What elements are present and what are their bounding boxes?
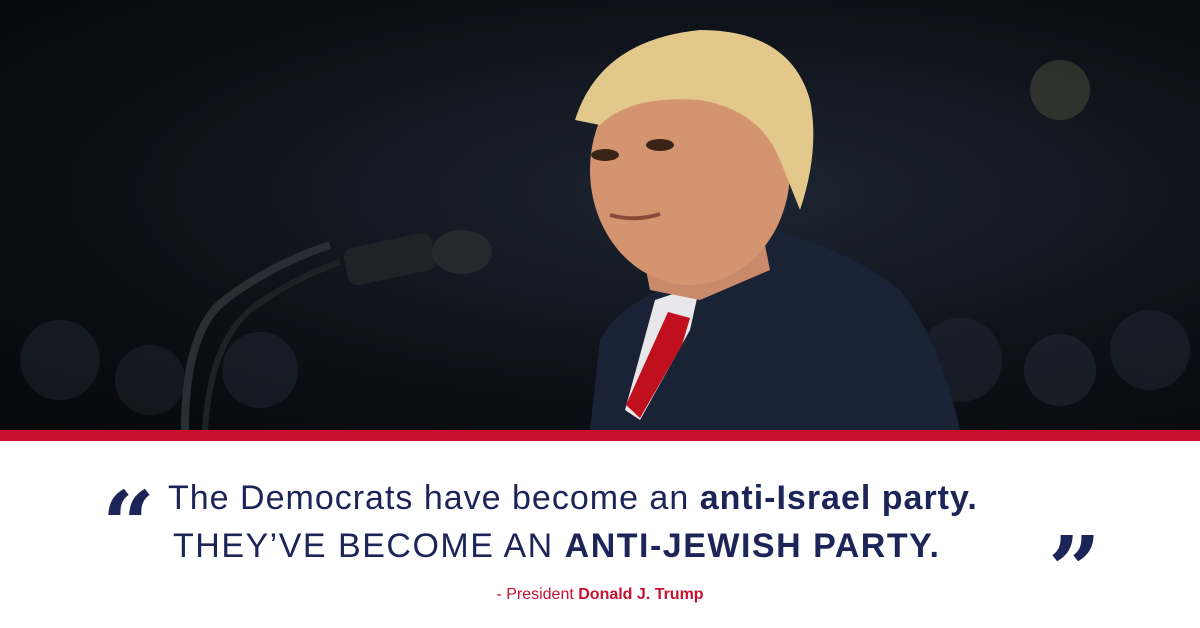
quote-panel: “ The Democrats have become an anti-Isra…: [0, 441, 1200, 628]
attribution: - President Donald J. Trump: [0, 586, 1200, 604]
quote-line-2: THEY’VE BECOME AN ANTI-JEWISH PARTY.: [173, 527, 940, 566]
photo-illustration: [20, 30, 1190, 430]
eye-left: [591, 149, 619, 161]
speaker-photo: [0, 0, 1200, 430]
attribution-prefix: - President: [496, 586, 579, 603]
quote-line-2-bold: ANTI-JEWISH PARTY.: [564, 527, 941, 565]
quote-line-1-bold: anti-Israel party.: [699, 479, 978, 517]
red-divider-stripe: [0, 430, 1200, 441]
attribution-name: Donald J. Trump: [578, 586, 704, 603]
microphone: [343, 232, 437, 286]
quote-line-1: The Democrats have become an anti-Israel…: [168, 479, 978, 518]
open-quote-mark: “: [102, 471, 155, 579]
quote-line-1-regular: The Democrats have become an: [168, 479, 700, 517]
quote-line-2-regular: THEY’VE BECOME AN: [173, 527, 565, 565]
eye-right: [646, 139, 674, 151]
